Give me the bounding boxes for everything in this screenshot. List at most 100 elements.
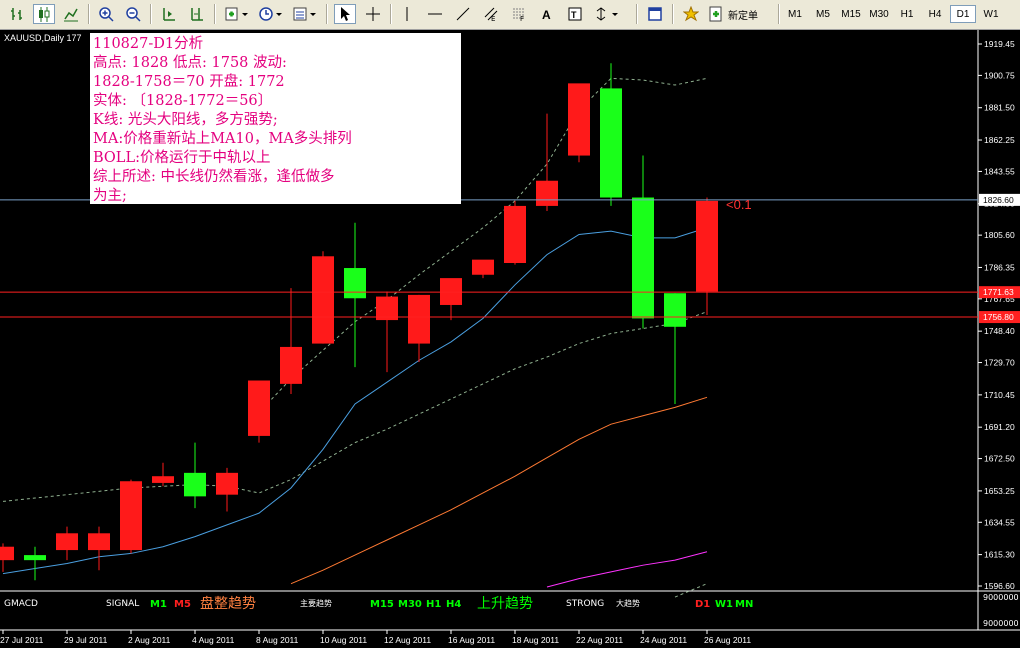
candle-body: [696, 200, 718, 292]
timeframe-h4-button[interactable]: H4: [922, 5, 948, 23]
time-tick-label: 2 Aug 2011: [128, 635, 171, 645]
candle-body: [152, 476, 174, 483]
time-tick-label: 10 Aug 2011: [320, 635, 367, 645]
price-tick-label: 1748.40: [984, 326, 1015, 336]
analysis-text-box: 110827-D1分析 高点: 1828 低点: 1758 波动: 1828-175…: [90, 33, 461, 204]
price-tick-label: 1881.50: [984, 103, 1015, 113]
zoom-out-icon[interactable]: [122, 4, 144, 24]
equidistant-channel-icon[interactable]: E: [480, 4, 502, 24]
trend-label-2: 大趋势: [616, 598, 640, 608]
signal-label: SIGNAL: [106, 599, 139, 609]
indicator-scale-top: 9000000: [983, 593, 1019, 602]
svg-text:A: A: [542, 8, 551, 22]
time-tick-label: 24 Aug 2011: [640, 635, 687, 645]
level-tag: 1771.63: [983, 287, 1014, 297]
analysis-line: K线: 光头大阳线，多方强势;: [93, 112, 278, 128]
price-tick-label: 1862.25: [984, 135, 1015, 145]
horizontal-line-icon[interactable]: [424, 4, 446, 24]
timeframe-m30-button[interactable]: M30: [866, 5, 892, 23]
price-tick-label: 1900.75: [984, 70, 1015, 80]
price-tick-label: 1710.45: [984, 390, 1015, 400]
time-tick-label: 12 Aug 2011: [384, 635, 431, 645]
auto-scroll-icon[interactable]: [186, 4, 208, 24]
price-tick-label: 1653.25: [984, 486, 1015, 496]
toolbar: E F A T 新定单 M1 M5 M15 M30 H1 H4 D1 W1: [0, 0, 1020, 30]
price-tick-label: 1843.55: [984, 166, 1015, 176]
time-axis: 27 Jul 2011 29 Jul 2011 2 Aug 2011 4 Aug 20…: [0, 630, 751, 645]
dotted-lower-line: [674, 583, 708, 598]
crosshair-icon[interactable]: [362, 4, 384, 24]
candle-body: [344, 268, 366, 299]
price-tick-label: 1919.45: [984, 39, 1015, 49]
text-icon[interactable]: A: [536, 4, 558, 24]
svg-text:F: F: [520, 15, 524, 22]
candle-body: [440, 278, 462, 305]
analysis-line: 1828-1758＝70 开盘: 1772: [93, 74, 285, 90]
ma-long-line: [546, 551, 708, 588]
trend-label-1: 主要趋势: [300, 598, 332, 608]
analysis-line: 为主;: [93, 188, 127, 204]
vertical-line-icon[interactable]: [398, 4, 416, 24]
cursor-icon[interactable]: [334, 4, 356, 24]
timeframe-m5-button[interactable]: M5: [810, 5, 836, 23]
timeframe-w1-button[interactable]: W1: [978, 5, 1004, 23]
timeframe-h1-button[interactable]: H1: [894, 5, 920, 23]
analysis-line: 实体: 〔1828-1772＝56〕: [93, 93, 273, 109]
analysis-line: MA:价格重新站上MA10，MA多头排列: [93, 131, 352, 147]
price-tick-label: 1691.20: [984, 422, 1015, 432]
new-order-button[interactable]: 新定单: [708, 4, 774, 24]
candle-body: [536, 180, 558, 206]
candle-body: [120, 481, 142, 551]
analysis-line: 高点: 1828 低点: 1758 波动:: [93, 55, 287, 71]
strong-label: STRONG: [566, 599, 604, 609]
price-tick-label: 1786.35: [984, 262, 1015, 272]
bar-chart-icon[interactable]: [6, 4, 28, 24]
templates-dropdown-icon[interactable]: [290, 4, 320, 24]
signal-tf: D1: [695, 599, 710, 610]
signal-tf: W1: [715, 599, 733, 610]
candle-body: [632, 197, 654, 319]
fibonacci-icon[interactable]: F: [508, 4, 530, 24]
favorites-icon[interactable]: [680, 4, 702, 24]
periods-dropdown-icon[interactable]: [256, 4, 286, 24]
time-tick-label: 4 Aug 2011: [192, 635, 235, 645]
candle-body: [0, 546, 14, 561]
candle-body: [504, 205, 526, 263]
candle-body: [280, 346, 302, 384]
indicators-dropdown-icon[interactable]: [222, 4, 252, 24]
price-tick-label: 1805.60: [984, 230, 1015, 240]
signal-tf: H4: [446, 599, 461, 610]
arrows-dropdown-icon[interactable]: [592, 4, 622, 24]
line-chart-icon[interactable]: [60, 4, 82, 24]
trend-state-1: 盘整趋势: [200, 595, 256, 612]
analysis-line: 综上所述: 中长线仍然看涨，逢低做多: [93, 169, 335, 185]
candle-body: [56, 533, 78, 551]
text-label-icon[interactable]: T: [564, 4, 586, 24]
candle-body: [600, 88, 622, 198]
signal-tf: M5: [174, 599, 191, 610]
gmacd-panel: GMACD SIGNAL M1 M5 盘整趋势 主要趋势 M15 M30 H1 H4 上升趋势 STR…: [4, 593, 1019, 628]
chart-shift-icon[interactable]: [158, 4, 180, 24]
current-price-tag: 1826.60: [983, 195, 1014, 205]
window-icon[interactable]: [644, 4, 666, 24]
signal-tf: H1: [426, 599, 441, 610]
candle-body: [24, 555, 46, 561]
level-tag: 1756.80: [983, 312, 1014, 322]
candlestick-icon[interactable]: [33, 4, 55, 24]
signal-tf: M15: [370, 599, 394, 610]
candle-body: [568, 83, 590, 156]
signal-tf: M30: [398, 599, 422, 610]
timeframe-m15-button[interactable]: M15: [838, 5, 864, 23]
price-tick-label: 1615.30: [984, 550, 1015, 560]
trend-state-2: 上升趋势: [477, 596, 533, 612]
candle-body: [184, 472, 206, 497]
candle-body: [88, 533, 110, 551]
timeframe-d1-button[interactable]: D1: [950, 5, 976, 23]
time-tick-label: 26 Aug 2011: [704, 635, 751, 645]
indicator-scale-bottom: 9000000: [983, 619, 1019, 628]
trendline-icon[interactable]: [452, 4, 474, 24]
candle-body: [664, 293, 686, 327]
timeframe-m1-button[interactable]: M1: [782, 5, 808, 23]
price-tick-label: 1729.70: [984, 358, 1015, 368]
zoom-in-icon[interactable]: [95, 4, 117, 24]
